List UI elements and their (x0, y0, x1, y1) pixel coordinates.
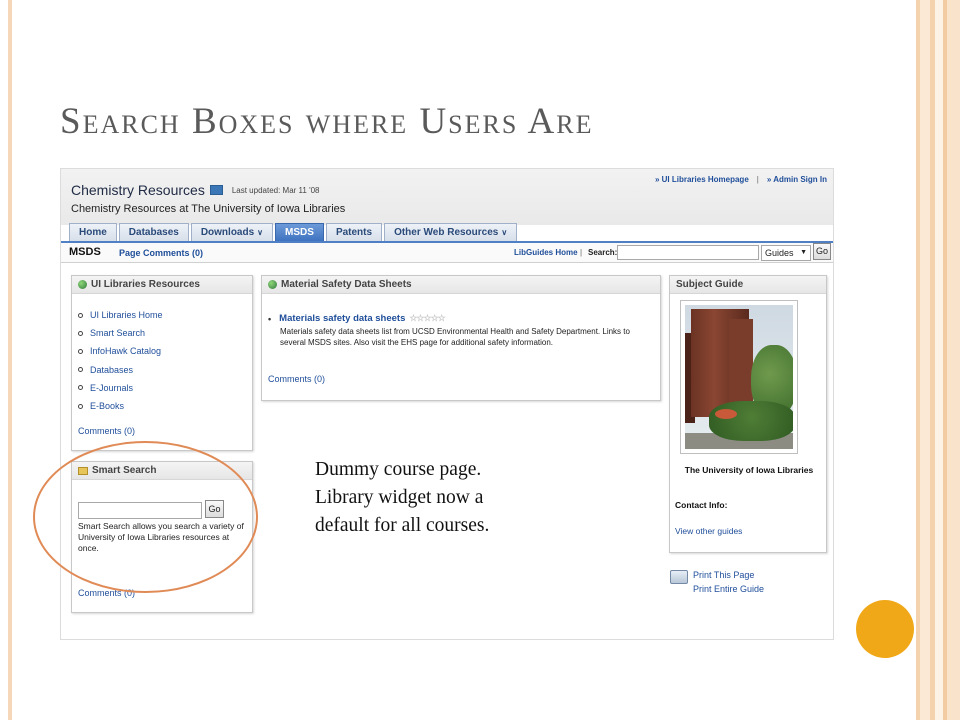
libguides-home-link[interactable]: LibGuides Home (514, 248, 578, 257)
globe-icon (78, 280, 87, 289)
admin-sign-in-link[interactable]: » Admin Sign In (767, 175, 827, 184)
annotation-line: Library widget now a (315, 487, 484, 508)
chevron-down-icon: ∨ (501, 228, 508, 237)
msds-box: Material Safety Data Sheets • Materials … (261, 275, 661, 401)
page-name: MSDS (69, 246, 101, 258)
bullet-icon (78, 348, 83, 354)
tab-downloads-label: Downloads (200, 227, 255, 238)
list-item[interactable]: UI Libraries Home (78, 306, 163, 324)
list-item[interactable]: Smart Search (78, 324, 163, 342)
slide-title: Search Boxes where Users Are (60, 101, 594, 142)
tab-downloads[interactable]: Downloads ∨ (190, 223, 274, 241)
tab-databases-label: Databases (128, 227, 179, 238)
msds-description: Materials safety data sheets list from U… (280, 327, 630, 347)
decorative-circle (856, 600, 914, 658)
search-input[interactable] (617, 245, 759, 260)
subject-guide-box: Subject Guide The University of Iowa Lib… (669, 275, 827, 553)
page-bar: MSDS Page Comments (0) LibGuides Home | … (61, 241, 833, 263)
msds-comments-link[interactable]: Comments (0) (268, 374, 325, 384)
bullet-icon (78, 330, 83, 336)
search-label: Search: (588, 248, 618, 257)
print-entire-guide-link[interactable]: Print Entire Guide (693, 582, 764, 596)
resources-list: UI Libraries Home Smart Search InfoHawk … (78, 306, 163, 415)
tab-msds[interactable]: MSDS (275, 223, 324, 241)
annotation-line: Dummy course page. (315, 459, 482, 480)
rss-icon[interactable] (209, 185, 223, 195)
resource-link[interactable]: E-Journals (90, 383, 133, 393)
resource-link[interactable]: UI Libraries Home (90, 310, 163, 320)
chevron-down-icon: ∨ (257, 228, 264, 237)
last-updated: Last updated: Mar 11 '08 (231, 185, 320, 195)
page-bar-separator: | (580, 248, 583, 257)
tab-msds-label: MSDS (285, 227, 314, 238)
msds-box-header: Material Safety Data Sheets (262, 276, 660, 294)
resources-comments-link[interactable]: Comments (0) (78, 426, 135, 436)
library-photo (680, 300, 798, 454)
print-links: Print This Page Print Entire Guide (693, 568, 764, 596)
tab-other-web-resources-label: Other Web Resources (394, 227, 499, 238)
guide-header: Chemistry Resources Last updated: Mar 11… (61, 169, 833, 225)
list-item[interactable]: E-Journals (78, 379, 163, 397)
chevron-down-icon: ▼ (800, 249, 807, 256)
list-item[interactable]: InfoHawk Catalog (78, 342, 163, 360)
globe-icon (268, 280, 277, 289)
tab-databases[interactable]: Databases (118, 223, 189, 241)
resource-link[interactable]: InfoHawk Catalog (90, 346, 161, 356)
view-other-guides-link[interactable]: View other guides (675, 526, 742, 536)
list-item: • Materials safety data sheets ☆☆☆☆☆ Mat… (268, 313, 640, 348)
guide-tabs: Home Databases Downloads ∨ MSDS Patents O… (69, 223, 518, 241)
slide-annotation: Dummy course page. Library widget now a … (315, 456, 489, 540)
bullet-icon (78, 385, 83, 391)
contact-info-label: Contact Info: (675, 500, 728, 510)
guide-title-row: Chemistry Resources Last updated: Mar 11… (71, 182, 320, 198)
slide-left-border (8, 0, 12, 720)
resources-box-title: UI Libraries Resources (91, 278, 200, 290)
resource-link[interactable]: Smart Search (90, 328, 145, 338)
highlight-ellipse (33, 441, 258, 593)
library-building-image (685, 305, 793, 449)
subject-guide-header: Subject Guide (670, 276, 826, 294)
slide-decoration-stripes (916, 0, 960, 720)
resource-link[interactable]: E-Books (90, 401, 124, 411)
guide-subtitle: Chemistry Resources at The University of… (71, 203, 346, 215)
bullet-icon: • (268, 313, 272, 324)
bullet-icon (78, 403, 83, 409)
tab-other-web-resources[interactable]: Other Web Resources ∨ (384, 223, 518, 241)
guide-title: Chemistry Resources (71, 182, 205, 198)
subject-guide-name: The University of Iowa Libraries (684, 465, 814, 475)
tab-home[interactable]: Home (69, 223, 117, 241)
guides-select[interactable]: Guides ▼ (761, 245, 811, 261)
msds-box-title: Material Safety Data Sheets (281, 278, 412, 290)
ui-libraries-homepage-link[interactable]: » UI Libraries Homepage (655, 175, 749, 184)
print-this-page-link[interactable]: Print This Page (693, 568, 764, 582)
header-link-separator: | (756, 175, 759, 184)
list-item[interactable]: Databases (78, 361, 163, 379)
tab-home-label: Home (79, 227, 107, 238)
resources-box-header: UI Libraries Resources (72, 276, 252, 294)
page-comments-link[interactable]: Page Comments (0) (119, 248, 203, 258)
resources-box: UI Libraries Resources UI Libraries Home… (71, 275, 253, 451)
resource-link[interactable]: Databases (90, 365, 133, 375)
printer-icon[interactable] (670, 570, 688, 584)
list-item[interactable]: E-Books (78, 397, 163, 415)
msds-link-row: • Materials safety data sheets ☆☆☆☆☆ (268, 313, 640, 324)
tab-patents-label: Patents (335, 227, 373, 238)
star-rating-icon[interactable]: ☆☆☆☆☆ (409, 313, 445, 324)
search-go-button[interactable]: Go (813, 243, 831, 260)
msds-link[interactable]: Materials safety data sheets (279, 313, 405, 324)
header-links: » UI Libraries Homepage | » Admin Sign I… (655, 175, 827, 184)
guides-select-value: Guides (765, 248, 794, 258)
tab-patents[interactable]: Patents (325, 223, 383, 241)
bullet-icon (78, 367, 83, 373)
subject-guide-title: Subject Guide (676, 278, 744, 290)
annotation-line: default for all courses. (315, 515, 490, 536)
bullet-icon (78, 312, 83, 318)
